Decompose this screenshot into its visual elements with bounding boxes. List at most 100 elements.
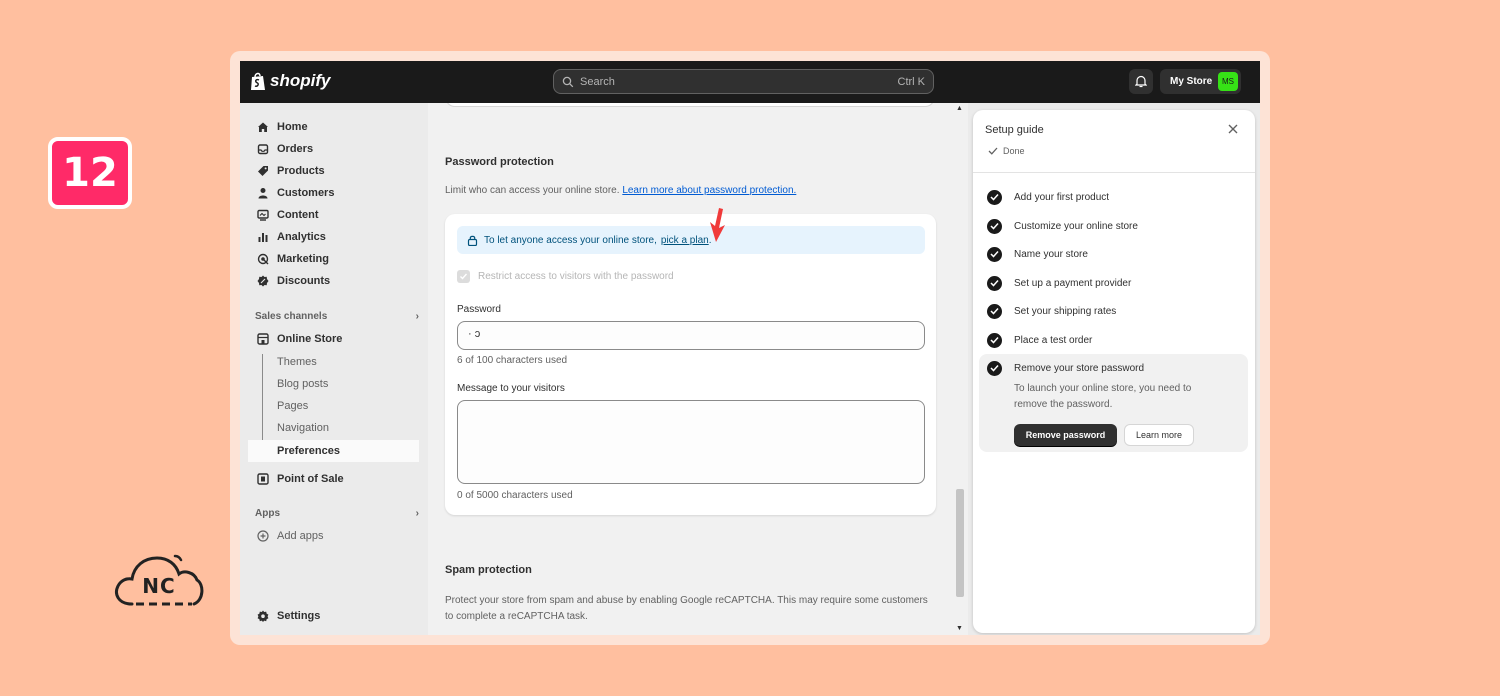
- sidebar-sub-label: Pages: [277, 400, 309, 412]
- storefront-icon: [256, 333, 269, 346]
- learn-more-password-link[interactable]: Learn more about password protection.: [622, 185, 796, 196]
- remove-password-button[interactable]: Remove password: [1014, 424, 1117, 446]
- lock-icon: [467, 235, 478, 246]
- task-remove-password[interactable]: Remove your store password: [987, 360, 1144, 376]
- checkmark-icon: [988, 147, 998, 155]
- sales-channels-label: Sales channels: [255, 311, 328, 322]
- checkbox-label: Restrict access to visitors with the pas…: [478, 271, 674, 282]
- bell-icon: [1135, 75, 1147, 88]
- message-textarea[interactable]: [457, 400, 925, 484]
- learn-more-button[interactable]: Learn more: [1124, 424, 1194, 446]
- task-customize-store[interactable]: Customize your online store: [987, 218, 1138, 234]
- notifications-button[interactable]: [1129, 69, 1153, 94]
- tag-icon: [256, 165, 269, 178]
- search-input[interactable]: Search Ctrl K: [553, 69, 934, 94]
- avatar: MS: [1218, 72, 1238, 91]
- spam-protection-title: Spam protection: [445, 564, 532, 576]
- brand-name: shopify: [270, 71, 331, 90]
- sidebar-item-label: Customers: [277, 187, 335, 199]
- task-payment-provider[interactable]: Set up a payment provider: [987, 275, 1131, 291]
- sidebar-item-analytics[interactable]: Analytics: [248, 226, 419, 248]
- sidebar-item-customers[interactable]: Customers: [248, 182, 419, 204]
- sidebar: Home Orders Products Customers Content A…: [240, 103, 428, 635]
- chevron-right-icon: ›: [415, 508, 419, 519]
- checkbox-icon: [457, 270, 470, 283]
- nc-logo-text: NC: [142, 574, 176, 598]
- task-test-order[interactable]: Place a test order: [987, 332, 1092, 348]
- scroll-up-arrow-icon[interactable]: ▲: [956, 105, 963, 112]
- nc-cloud-logo: NC: [112, 550, 206, 610]
- sidebar-item-pages[interactable]: Pages: [248, 395, 419, 417]
- sidebar-sub-label: Themes: [277, 356, 317, 368]
- sidebar-item-label: Home: [277, 121, 308, 133]
- main-content: Password protection Limit who can access…: [428, 103, 968, 635]
- sidebar-item-label: Marketing: [277, 253, 329, 265]
- password-card: To let anyone access your online store, …: [445, 208, 936, 515]
- plus-circle-icon: [256, 530, 269, 543]
- sidebar-item-navigation[interactable]: Navigation: [248, 417, 419, 439]
- chevron-right-icon: ›: [415, 311, 419, 322]
- previous-card: [445, 103, 935, 107]
- store-menu-button[interactable]: My Store MS: [1160, 69, 1241, 94]
- close-icon[interactable]: [1226, 122, 1240, 136]
- sidebar-item-orders[interactable]: Orders: [248, 138, 419, 160]
- search-shortcut: Ctrl K: [897, 75, 926, 88]
- step-number-badge: 12: [48, 137, 132, 209]
- apps-label: Apps: [255, 508, 280, 519]
- check-circle-icon: [987, 189, 1002, 205]
- bar-chart-icon: [256, 231, 269, 244]
- password-field[interactable]: · ɔ: [457, 321, 925, 350]
- sidebar-item-label: Orders: [277, 143, 314, 155]
- scrollbar-thumb[interactable]: [956, 489, 964, 597]
- sidebar-item-label: Discounts: [277, 275, 331, 287]
- setup-guide-status: Done: [988, 146, 1025, 156]
- sidebar-item-preferences[interactable]: Preferences: [248, 440, 419, 462]
- task-label: Customize your online store: [1014, 220, 1138, 232]
- task-shipping-rates[interactable]: Set your shipping rates: [987, 303, 1116, 319]
- pick-a-plan-link[interactable]: pick a plan: [661, 235, 709, 246]
- person-icon: [256, 187, 269, 200]
- task-label: Place a test order: [1014, 334, 1093, 346]
- point-of-sale-icon: [256, 473, 269, 486]
- check-circle-icon: [987, 246, 1002, 262]
- setup-guide-panel: Setup guide Done Add your first product …: [973, 110, 1255, 633]
- sidebar-item-add-apps[interactable]: Add apps: [248, 525, 419, 547]
- red-arrow-down-icon: [710, 208, 725, 242]
- sidebar-item-point-of-sale[interactable]: Point of Sale: [248, 468, 419, 490]
- search-placeholder: Search: [580, 75, 615, 88]
- task-label: Name your store: [1014, 248, 1088, 260]
- sidebar-item-label: Content: [277, 209, 319, 221]
- sidebar-item-products[interactable]: Products: [248, 160, 419, 182]
- orders-icon: [256, 143, 269, 156]
- sidebar-item-label: Add apps: [277, 530, 324, 542]
- check-circle-icon: [987, 218, 1002, 234]
- shopify-logo[interactable]: shopify: [250, 71, 330, 91]
- password-protection-description: Limit who can access your online store. …: [445, 185, 796, 196]
- description-text: Limit who can access your online store.: [445, 185, 620, 196]
- sidebar-item-online-store[interactable]: Online Store: [248, 328, 419, 350]
- shopify-admin-window: shopify Search Ctrl K My Store MS Home O…: [240, 61, 1260, 635]
- scroll-down-arrow-icon[interactable]: ▼: [956, 625, 963, 632]
- info-banner: To let anyone access your online store, …: [457, 208, 925, 254]
- target-icon: [256, 253, 269, 266]
- apps-header[interactable]: Apps ›: [255, 508, 419, 519]
- sidebar-item-blog-posts[interactable]: Blog posts: [248, 373, 419, 395]
- store-name: My Store: [1170, 76, 1213, 87]
- message-char-count: 0 of 5000 characters used: [457, 490, 573, 501]
- task-label: Set up a payment provider: [1014, 277, 1132, 289]
- gear-icon: [256, 610, 269, 623]
- sidebar-sub-label: Navigation: [277, 422, 329, 434]
- sidebar-item-content[interactable]: Content: [248, 204, 419, 226]
- sidebar-sub-label: Preferences: [277, 445, 340, 457]
- sales-channels-header[interactable]: Sales channels ›: [255, 311, 419, 322]
- password-label: Password: [457, 304, 501, 315]
- sidebar-item-settings[interactable]: Settings: [248, 605, 419, 627]
- status-text: Done: [1003, 146, 1025, 156]
- task-add-first-product[interactable]: Add your first product: [987, 189, 1109, 205]
- sidebar-item-marketing[interactable]: Marketing: [248, 248, 419, 270]
- sidebar-item-themes[interactable]: Themes: [248, 351, 419, 373]
- sidebar-item-home[interactable]: Home: [248, 116, 419, 138]
- restrict-access-checkbox[interactable]: Restrict access to visitors with the pas…: [457, 270, 674, 283]
- task-name-store[interactable]: Name your store: [987, 246, 1088, 262]
- sidebar-item-discounts[interactable]: Discounts: [248, 270, 419, 292]
